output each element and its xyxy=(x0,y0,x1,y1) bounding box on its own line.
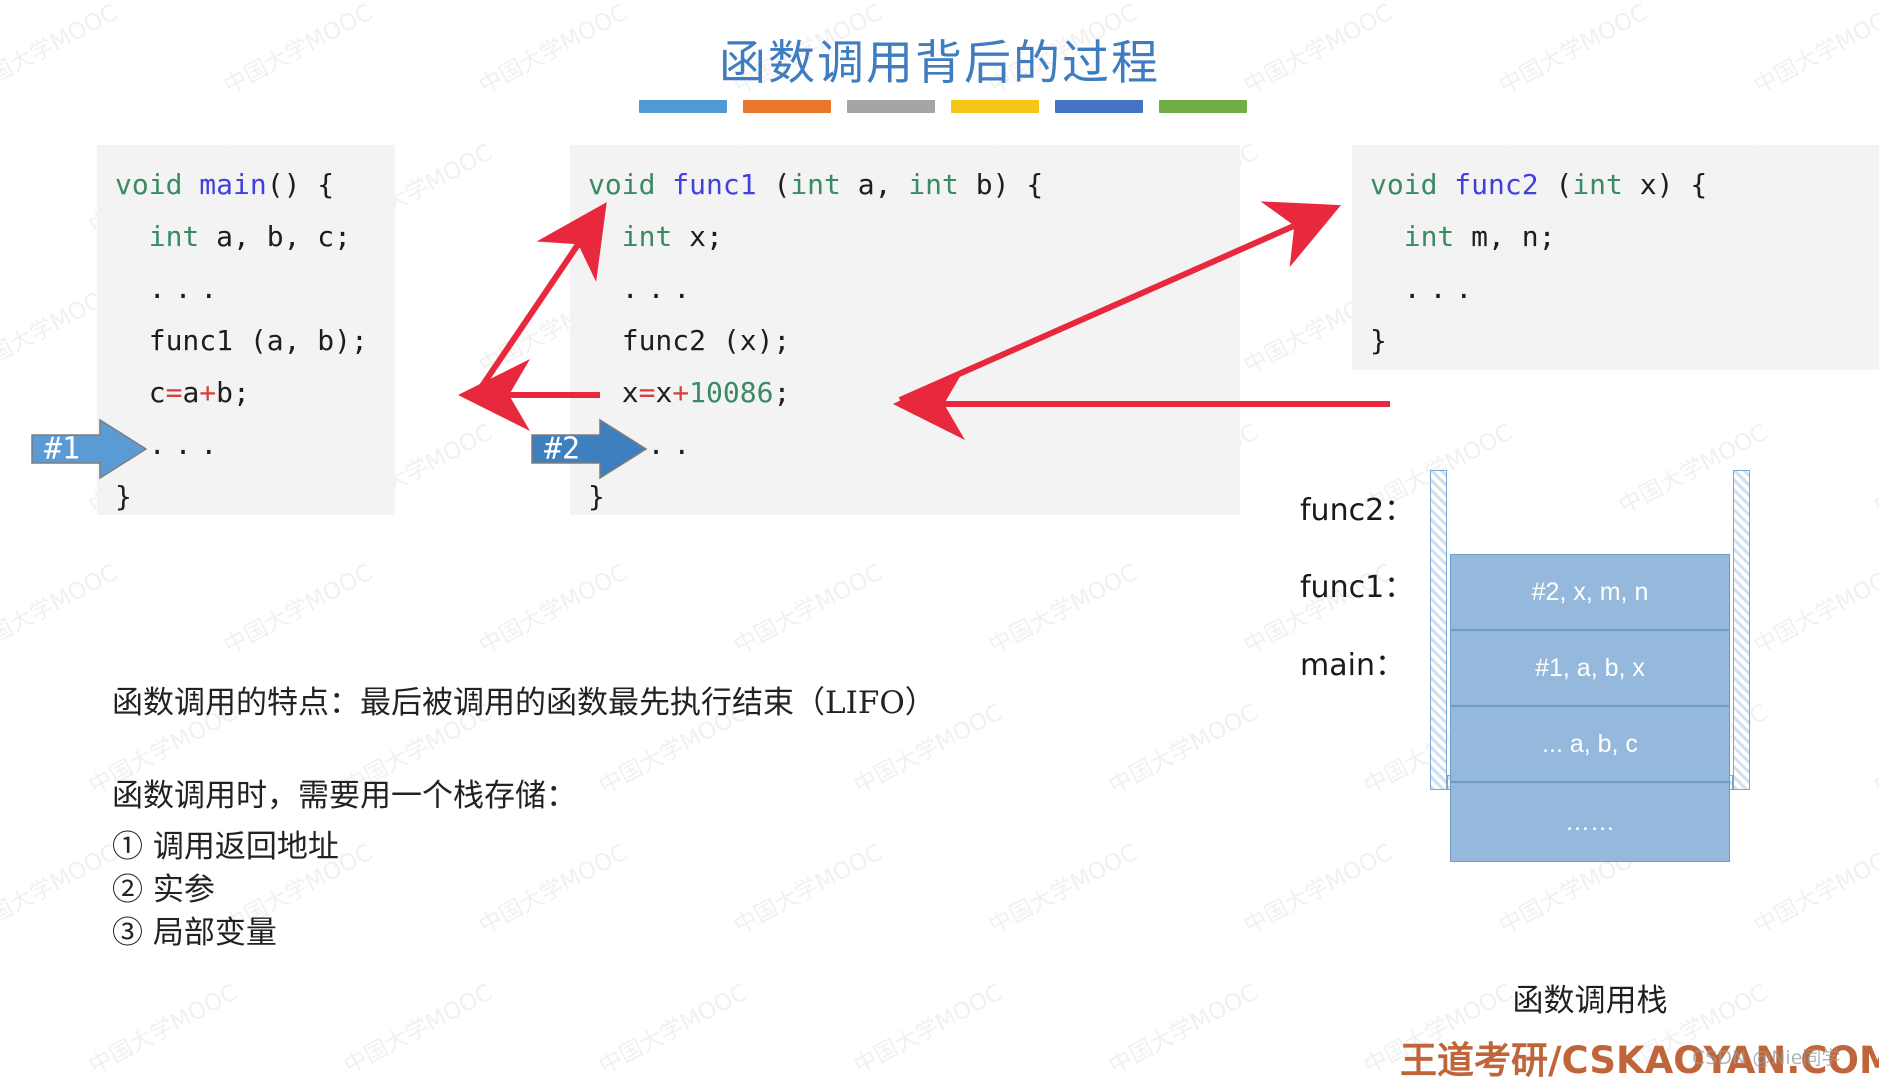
ellipsis: ... xyxy=(1403,272,1482,305)
step-marker-1: #1 xyxy=(30,418,148,480)
right-arrow-icon xyxy=(531,418,648,480)
note-item-local-vars: ③ 局部变量 xyxy=(112,915,277,951)
ellipsis: ... xyxy=(148,272,227,305)
page-watermark: 中国大学MOOC xyxy=(984,559,1143,660)
page-title: 函数调用背后的过程 xyxy=(719,36,1160,91)
code-block-func1: void func1 (int a, int b) { int x; ... f… xyxy=(570,145,1240,515)
page-watermark: 中国大学MOOC xyxy=(0,839,123,940)
step-marker-2: #2 xyxy=(530,418,648,480)
keyword-void: void xyxy=(115,168,183,201)
csdn-watermark: CSDN @Nie同学 xyxy=(1692,1047,1841,1069)
number-literal: 10086 xyxy=(689,376,774,409)
bar-green xyxy=(1159,100,1247,113)
stack-label-main: main： xyxy=(1300,648,1405,683)
ellipsis: ... xyxy=(621,272,700,305)
right-arrow-icon xyxy=(31,418,148,480)
keyword-void: void xyxy=(1370,168,1438,201)
keyword-int: int xyxy=(1572,168,1623,201)
keyword-int: int xyxy=(908,168,959,201)
bar-indigo xyxy=(1055,100,1143,113)
page-watermark: 中国大学MOOC xyxy=(1869,699,1879,800)
page-watermark: 中国大学MOOC xyxy=(729,559,888,660)
stack-label-func2: func2： xyxy=(1300,493,1415,528)
note-lifo-feature: 函数调用的特点：最后被调用的函数最先执行结束（LIFO） xyxy=(112,685,936,721)
page-watermark: 中国大学MOOC xyxy=(1104,979,1263,1079)
bar-yellow xyxy=(951,100,1039,113)
operator-plus: + xyxy=(199,376,217,409)
page-watermark: 中国大学MOOC xyxy=(474,839,633,940)
page-watermark: 中国大学MOOC xyxy=(729,839,888,940)
bar-blue xyxy=(639,100,727,113)
page-watermark: 中国大学MOOC xyxy=(474,559,633,660)
page-watermark: 中国大学MOOC xyxy=(1869,419,1879,520)
page-watermark: 中国大学MOOC xyxy=(984,839,1143,940)
stack-caption: 函数调用栈 xyxy=(1512,983,1668,1019)
keyword-void: void xyxy=(588,168,656,201)
page-watermark: 中国大学MOOC xyxy=(1104,699,1263,800)
accent-bar-group xyxy=(639,100,1249,114)
code-block-func2: void func2 (int x) { int m, n; ... } xyxy=(1352,145,1879,370)
note-item-actual-args: ② 实参 xyxy=(112,872,215,908)
bar-orange xyxy=(743,100,831,113)
keyword-int: int xyxy=(621,220,673,253)
page-watermark: 中国大学MOOC xyxy=(84,979,243,1079)
page-watermark: 中国大学MOOC xyxy=(594,979,753,1079)
stack-frame-main: ... a, b, c xyxy=(1450,706,1730,782)
bar-gray xyxy=(847,100,935,113)
page-watermark: 中国大学MOOC xyxy=(1749,559,1879,660)
function-name-func2: func2 xyxy=(1454,168,1539,201)
function-name-main: main xyxy=(199,168,267,201)
page-watermark: 中国大学MOOC xyxy=(339,979,498,1079)
operator-assign: = xyxy=(165,376,183,409)
keyword-int: int xyxy=(790,168,841,201)
stack-frame-remaining: …… xyxy=(1450,782,1730,862)
note-stack-need: 函数调用时，需要用一个栈存储： xyxy=(112,778,577,814)
stack-wall-left xyxy=(1430,470,1447,790)
page-watermark: 中国大学MOOC xyxy=(1749,839,1879,940)
function-name-func1: func1 xyxy=(672,168,757,201)
note-item-return-address: ① 调用返回地址 xyxy=(112,829,339,865)
slide-root: 中国大学MOOC 中国大学MOOC 中国大学MOOC 中国大学MOOC 中国大学MOOC… xyxy=(0,0,1879,1082)
operator-plus: + xyxy=(672,376,690,409)
stack-wall-right xyxy=(1733,470,1750,790)
call-stack-diagram: #2, x, m, n #1, a, b, x ... a, b, c …… xyxy=(1430,470,1750,862)
keyword-int: int xyxy=(148,220,200,253)
ellipsis: ... xyxy=(148,428,227,461)
keyword-int: int xyxy=(1403,220,1455,253)
page-watermark: 中国大学MOOC xyxy=(1239,839,1398,940)
page-watermark: 中国大学MOOC xyxy=(219,559,378,660)
page-watermark: 中国大学MOOC xyxy=(849,979,1008,1079)
stack-frame-func1: #1, a, b, x xyxy=(1450,630,1730,706)
stack-label-func1: func1： xyxy=(1300,570,1415,605)
operator-assign: = xyxy=(638,376,656,409)
page-watermark: 中国大学MOOC xyxy=(0,559,123,660)
stack-frame-func2: #2, x, m, n xyxy=(1450,554,1730,630)
